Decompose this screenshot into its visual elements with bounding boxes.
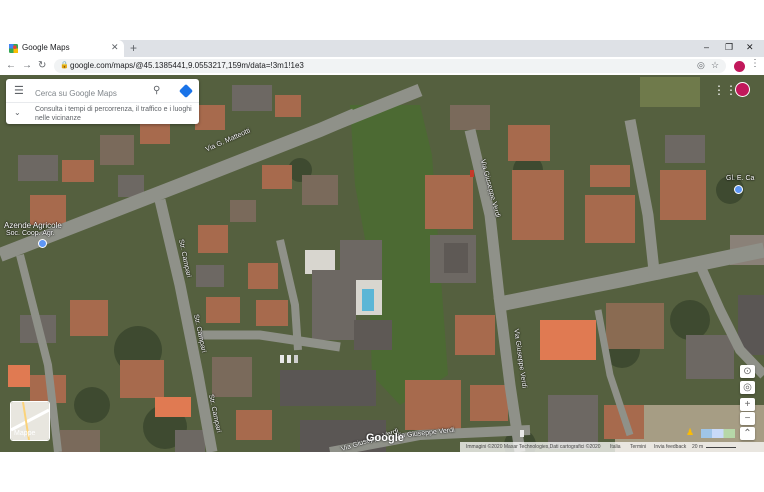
- location-target-icon[interactable]: ◎: [697, 60, 705, 71]
- nearby-hint-text[interactable]: Consulta i tempi di percorrenza, il traf…: [35, 105, 197, 123]
- poi-pin-icon[interactable]: [734, 185, 743, 194]
- search-panel: ☰ Cerca su Google Maps ⚲ ⌄ Consulta i te…: [6, 79, 199, 124]
- account-avatar[interactable]: [735, 82, 750, 97]
- poi-pin-icon[interactable]: [38, 239, 47, 248]
- bookmark-star-icon[interactable]: ☆: [711, 60, 719, 71]
- feedback-link[interactable]: Invia feedback: [654, 444, 686, 450]
- browser-window: Google Maps ✕ + – ❐ ✕ ← → ↻ 🔒 google.com…: [0, 40, 764, 452]
- search-panel-divider: [6, 102, 199, 103]
- tab-google-maps[interactable]: Google Maps ✕: [0, 40, 124, 57]
- google-maps-favicon-icon: [9, 44, 18, 53]
- directions-icon[interactable]: [178, 83, 194, 99]
- compass-icon[interactable]: ⊙: [740, 365, 755, 378]
- url-text[interactable]: google.com/maps/@45.1385441,9.0553217,15…: [70, 61, 304, 70]
- chevron-down-icon[interactable]: ⌄: [14, 108, 21, 117]
- tab-close-icon[interactable]: ✕: [111, 42, 119, 53]
- address-bar[interactable]: 🔒 google.com/maps/@45.1385441,9.0553217,…: [54, 59, 726, 73]
- collapse-icon[interactable]: ⌃: [740, 427, 755, 440]
- tab-title: Google Maps: [22, 43, 70, 52]
- country-link[interactable]: Italia: [610, 444, 621, 450]
- new-tab-button[interactable]: +: [130, 41, 137, 55]
- minimize-button[interactable]: –: [704, 42, 709, 52]
- more-vert-icon[interactable]: ⋮: [750, 58, 760, 69]
- profile-avatar[interactable]: [733, 60, 746, 73]
- poi-label-azienda[interactable]: Azende Agricole: [4, 221, 62, 230]
- scale-label[interactable]: 20 m: [692, 444, 703, 450]
- forward-button[interactable]: →: [22, 59, 32, 73]
- poi-label-top-right[interactable]: Gl. E. Ca: [726, 175, 754, 182]
- pegman-icon[interactable]: ♟: [686, 427, 694, 438]
- search-icon[interactable]: ⚲: [153, 85, 160, 96]
- tab-strip: Google Maps ✕ + – ❐ ✕: [0, 40, 764, 57]
- poi-label-azienda-sub[interactable]: Soc. Coop. Agr.: [6, 230, 55, 237]
- copyright-text: Immagini ©2020 Maxar Technologies,Dati c…: [466, 444, 601, 450]
- layers-toggle-button[interactable]: Mappe: [10, 401, 50, 441]
- maximize-button[interactable]: ❐: [725, 42, 733, 53]
- layers-label: Mappe: [14, 430, 36, 437]
- zoom-out-button[interactable]: −: [740, 412, 755, 425]
- screen: { "browser": { "tab": { "title": "Google…: [0, 0, 764, 492]
- hamburger-menu-icon[interactable]: ☰: [14, 86, 24, 97]
- terms-link[interactable]: Termini: [630, 444, 646, 450]
- search-input[interactable]: Cerca su Google Maps: [35, 89, 117, 98]
- scale-bar: [706, 447, 736, 448]
- reload-button[interactable]: ↻: [38, 59, 46, 73]
- my-location-icon[interactable]: ◎: [740, 381, 755, 394]
- close-window-button[interactable]: ✕: [746, 42, 754, 53]
- back-button[interactable]: ←: [6, 59, 16, 73]
- lock-icon[interactable]: 🔒: [60, 61, 69, 69]
- map-footer: Immagini ©2020 Maxar Technologies,Dati c…: [460, 442, 764, 452]
- imagery-thumbnails[interactable]: [701, 429, 735, 438]
- satellite-imagery: [0, 75, 764, 452]
- google-logo: Google: [366, 432, 404, 444]
- browser-toolbar: ← → ↻ 🔒 google.com/maps/@45.1385441,9.05…: [0, 57, 764, 75]
- zoom-in-button[interactable]: +: [740, 398, 755, 411]
- map-canvas[interactable]: ☰ Cerca su Google Maps ⚲ ⌄ Consulta i te…: [0, 75, 764, 452]
